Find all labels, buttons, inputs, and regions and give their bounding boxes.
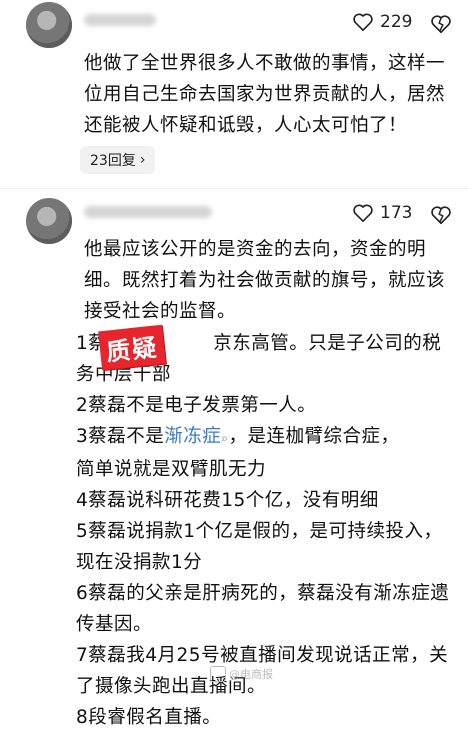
weibo-logo-icon: [210, 666, 226, 682]
point-2: 2蔡磊不是电子发票第一人。: [76, 395, 317, 416]
commenter-avatar[interactable]: [26, 2, 72, 48]
comment-divider: [0, 188, 468, 189]
watermark-text: @电商报: [229, 668, 273, 681]
comment-body: 他做了全世界很多人不敢做的事情，这样一位用自己生命去国家为世界贡献的人，居然还能…: [84, 53, 446, 136]
commenter-avatar[interactable]: [26, 198, 72, 244]
dislike-heart-icon[interactable]: [430, 13, 452, 35]
like-count: 229: [380, 12, 413, 32]
point-text: 简单说就是双臂肌无力: [76, 459, 267, 480]
point-text: 3蔡磊不是: [76, 426, 165, 447]
point-text: ，是连枷臂综合症，: [228, 426, 400, 447]
point-3: 3蔡磊不是渐冻症⌕，是连枷臂综合症，: [76, 421, 460, 454]
like-count: 173: [380, 203, 413, 223]
comment-body: 他最应该公开的是资金的去向，资金的明细。既然打着为社会做贡献的旗号，就应该接受社…: [84, 239, 446, 322]
view-replies-button[interactable]: 23回复 ›: [80, 146, 156, 174]
commenter-name[interactable]: [84, 14, 156, 26]
like-control[interactable]: 173: [352, 203, 412, 223]
point-5: 5蔡磊说捐款1个亿是假的，是可持续投入，现在没捐款1分: [76, 521, 443, 573]
search-icon[interactable]: ⌕: [221, 431, 228, 445]
watermark: @电商报: [210, 666, 273, 682]
like-control[interactable]: 229: [352, 12, 412, 32]
doubt-stamp: 质疑: [98, 324, 166, 371]
point-6: 6蔡磊的父亲是肝病死的，蔡磊没有渐冻症遗传基因。: [76, 583, 450, 635]
point-8: 8段睿假名直播。: [76, 707, 222, 728]
comment-text: 他最应该公开的是资金的去向，资金的明细。既然打着为社会做贡献的旗号，就应该接受社…: [84, 234, 456, 327]
search-link-als[interactable]: 渐冻症: [164, 426, 221, 447]
heart-outline-icon[interactable]: [352, 203, 374, 223]
commenter-name[interactable]: [84, 206, 212, 218]
heart-outline-icon[interactable]: [352, 12, 374, 32]
chevron-right-icon: ›: [139, 152, 146, 168]
comment-text: 他做了全世界很多人不敢做的事情，这样一位用自己生命去国家为世界贡献的人，居然还能…: [84, 48, 456, 141]
point-4: 4蔡磊说科研花费15个亿，没有明细: [76, 490, 379, 511]
point-text: 京东高管。只是子公司的税: [213, 333, 442, 354]
dislike-heart-icon[interactable]: [430, 204, 452, 226]
reply-count-label: 23回复: [90, 153, 136, 169]
